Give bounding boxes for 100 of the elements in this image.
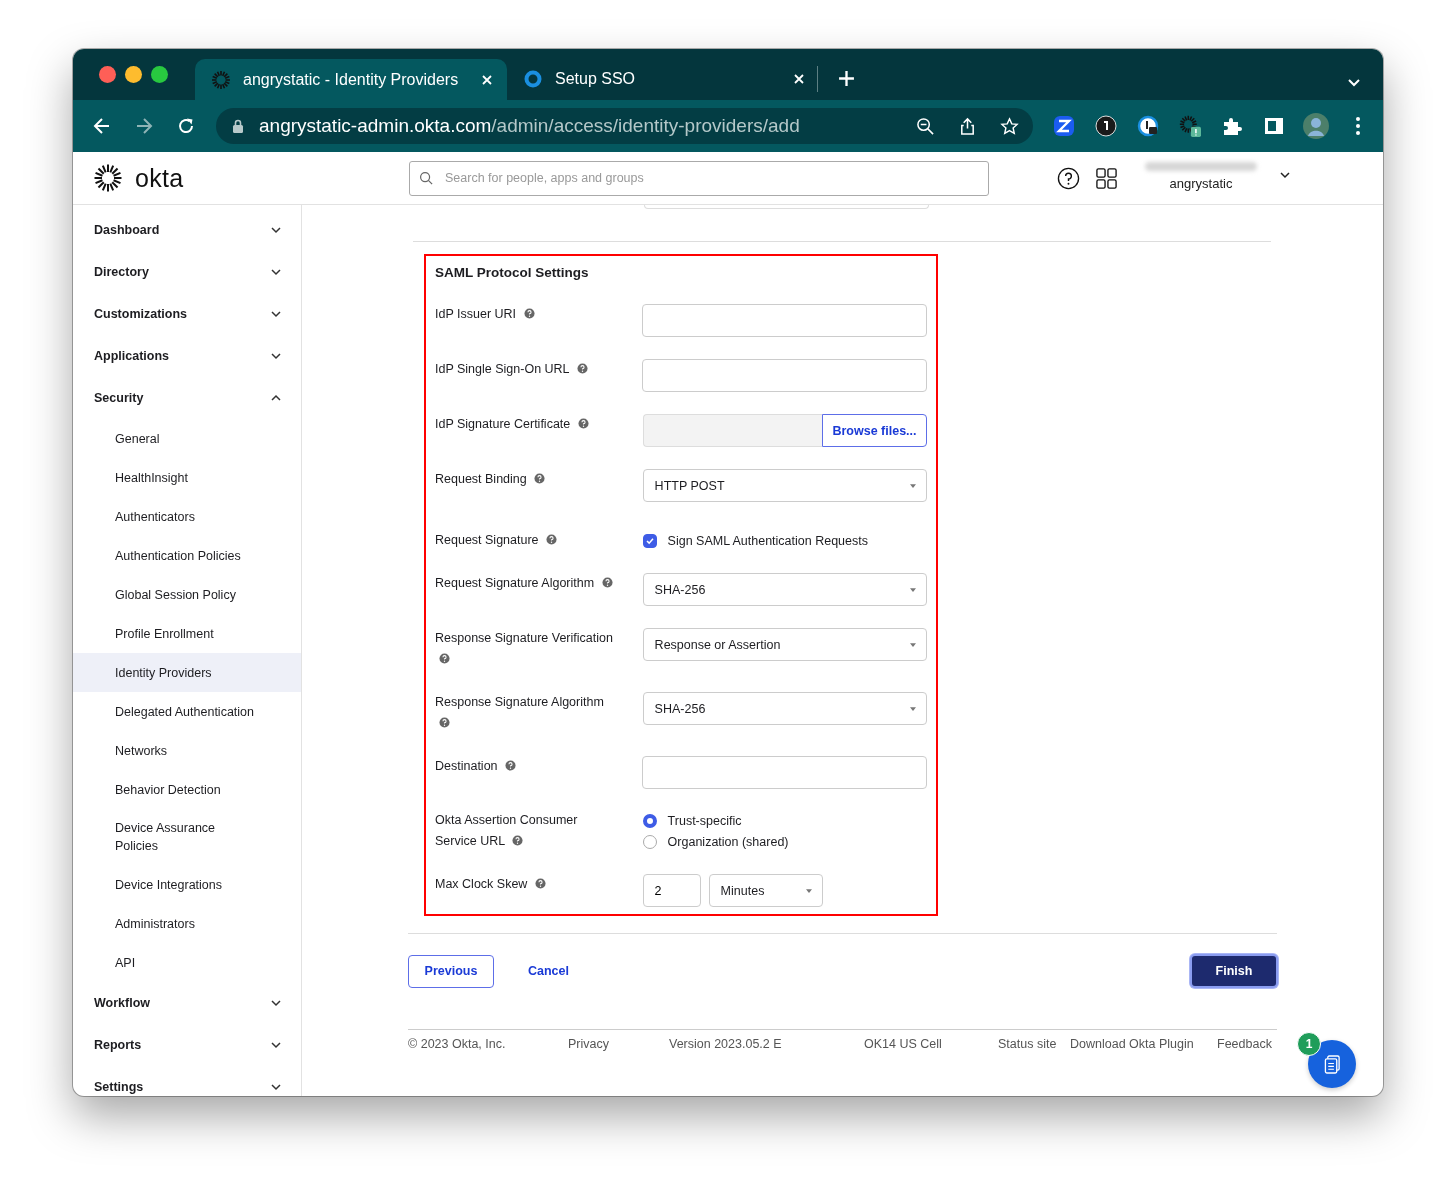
nav-subitem[interactable]: HealthInsight <box>73 458 301 497</box>
field-label: Destination <box>435 756 616 789</box>
minimize-window-icon[interactable] <box>125 66 142 83</box>
nav-item[interactable]: Customizations <box>73 293 301 335</box>
zoom-window-icon[interactable] <box>151 66 168 83</box>
field-label: Request Signature Algorithm <box>435 573 617 606</box>
nav-item[interactable]: Settings <box>73 1066 301 1096</box>
notification-badge: 1 <box>1297 1032 1321 1056</box>
org-name[interactable]: angrystatic <box>1169 175 1233 191</box>
field-label: IdP Issuer URI <box>435 304 616 337</box>
finish-button[interactable]: Finish <box>1190 954 1278 988</box>
ring-icon <box>523 68 543 89</box>
footer-text: Version 2023.05.2 E <box>669 1037 783 1051</box>
document-icon <box>1323 1054 1341 1074</box>
field-label: IdP Single Sign-On URL <box>435 359 616 392</box>
caret-icon <box>805 888 812 893</box>
footer-text: Download Okta Plugin <box>1070 1037 1195 1051</box>
radio-button[interactable] <box>642 813 657 828</box>
radio-label[interactable]: Trust-specific <box>667 813 742 828</box>
dropdown[interactable]: Response or Assertion <box>642 628 927 661</box>
extension-icon[interactable] <box>1137 115 1159 137</box>
reload-icon[interactable] <box>176 116 196 136</box>
sunburst-icon <box>211 69 231 90</box>
footer-text: Feedback <box>1217 1037 1273 1051</box>
browser-tab[interactable]: angrystatic - Identity Providers <box>195 59 507 100</box>
back-icon[interactable] <box>92 116 112 136</box>
caret-icon <box>910 483 916 488</box>
nav-item[interactable]: Directory <box>73 251 301 293</box>
tab-title: angrystatic - Identity Providers <box>243 70 460 89</box>
radio-label[interactable]: Organization (shared) <box>667 834 789 849</box>
zoom-out-icon[interactable] <box>916 116 935 136</box>
browser-tab[interactable]: Setup SSO <box>507 59 819 100</box>
caret-icon <box>910 706 916 711</box>
tab-title: Setup SSO <box>555 69 637 88</box>
help-icon[interactable] <box>1057 166 1080 190</box>
footer-text: © 2023 Okta, Inc. <box>408 1037 507 1051</box>
checkbox-label[interactable]: Sign SAML Authentication Requests <box>667 533 868 548</box>
help-chat-button[interactable] <box>1308 1040 1356 1088</box>
input-field[interactable] <box>642 756 927 789</box>
input-field[interactable] <box>642 359 927 392</box>
dropdown[interactable]: Minutes <box>708 874 823 907</box>
close-icon[interactable] <box>793 72 805 85</box>
checkbox[interactable] <box>642 533 657 548</box>
avatar-icon[interactable] <box>1302 112 1330 140</box>
nav-subitem[interactable]: API <box>73 943 301 982</box>
extension-icon[interactable] <box>1053 115 1075 137</box>
address-bar[interactable]: angrystatic-admin.okta.com/admin/access/identity-providers/add <box>216 108 1033 144</box>
puzzle-icon[interactable] <box>1221 115 1243 137</box>
nav-subitem[interactable]: Profile Enrollment <box>73 614 301 653</box>
sunburst-icon <box>93 163 123 193</box>
previous-button[interactable]: Previous <box>408 954 494 988</box>
close-window-icon[interactable] <box>99 66 116 83</box>
sunburst-icon[interactable] <box>1179 115 1201 137</box>
caret-icon <box>910 587 916 592</box>
nav-item[interactable]: Reports <box>73 1024 301 1066</box>
file-field[interactable] <box>642 414 822 447</box>
field-label: Okta Assertion Consumer Service URL <box>435 812 579 850</box>
logo[interactable]: okta <box>135 163 184 193</box>
caret-icon <box>910 642 916 647</box>
nav-subitem[interactable]: Identity Providers <box>73 653 301 692</box>
nav-subitem[interactable]: Administrators <box>73 904 301 943</box>
nav-subitem[interactable]: Device Assurance Policies <box>73 809 301 865</box>
nav-item[interactable]: Security <box>73 377 301 419</box>
field-label: Request Signature <box>435 530 617 551</box>
cancel-link[interactable]: Cancel <box>520 960 577 982</box>
share-icon[interactable] <box>958 116 977 136</box>
nav-item[interactable]: Workflow <box>73 982 301 1024</box>
field-label: Request Binding <box>435 469 617 502</box>
section-title: SAML Protocol Settings <box>435 264 590 282</box>
dropdown[interactable]: SHA-256 <box>642 573 927 606</box>
apps-grid-icon[interactable] <box>1095 166 1118 190</box>
field-label: Max Clock Skew <box>435 874 617 907</box>
browse-button[interactable]: Browse files... <box>822 414 927 447</box>
footer-text: Privacy <box>568 1037 610 1051</box>
url-text: angrystatic-admin.okta.com/admin/access/identity-providers/add <box>259 115 801 137</box>
nav-subitem[interactable]: Authenticators <box>73 497 301 536</box>
new-tab-icon[interactable] <box>838 70 855 87</box>
field-label: Response Signature Algorithm <box>435 692 617 734</box>
footer-text: OK14 US Cell <box>864 1037 943 1051</box>
nav-subitem[interactable]: Global Session Policy <box>73 575 301 614</box>
star-icon[interactable] <box>1000 116 1019 136</box>
sidebar-icon[interactable] <box>1263 115 1285 137</box>
chevron-down-icon[interactable] <box>1279 171 1291 179</box>
close-icon[interactable] <box>481 73 493 86</box>
number-field[interactable]: 2 <box>642 874 701 907</box>
nav-subitem[interactable]: Networks <box>73 731 301 770</box>
nav-subitem[interactable]: Authentication Policies <box>73 536 301 575</box>
nav-subitem[interactable]: Delegated Authentication <box>73 692 301 731</box>
dropdown[interactable]: SHA-256 <box>642 692 927 725</box>
nav-subitem[interactable]: Device Integrations <box>73 865 301 904</box>
dropdown[interactable]: HTTP POST <box>642 469 927 502</box>
field-label: IdP Signature Certificate <box>435 414 617 447</box>
nav-item[interactable]: Applications <box>73 335 301 377</box>
search-field[interactable]: Search for people, apps and groups <box>409 160 989 196</box>
nav-subitem[interactable]: General <box>73 419 301 458</box>
forward-icon[interactable] <box>134 116 154 136</box>
nav-item[interactable]: Dashboard <box>73 209 301 251</box>
input-field[interactable] <box>642 304 927 337</box>
footer-text: Status site <box>998 1037 1058 1051</box>
nav-subitem[interactable]: Behavior Detection <box>73 770 301 809</box>
